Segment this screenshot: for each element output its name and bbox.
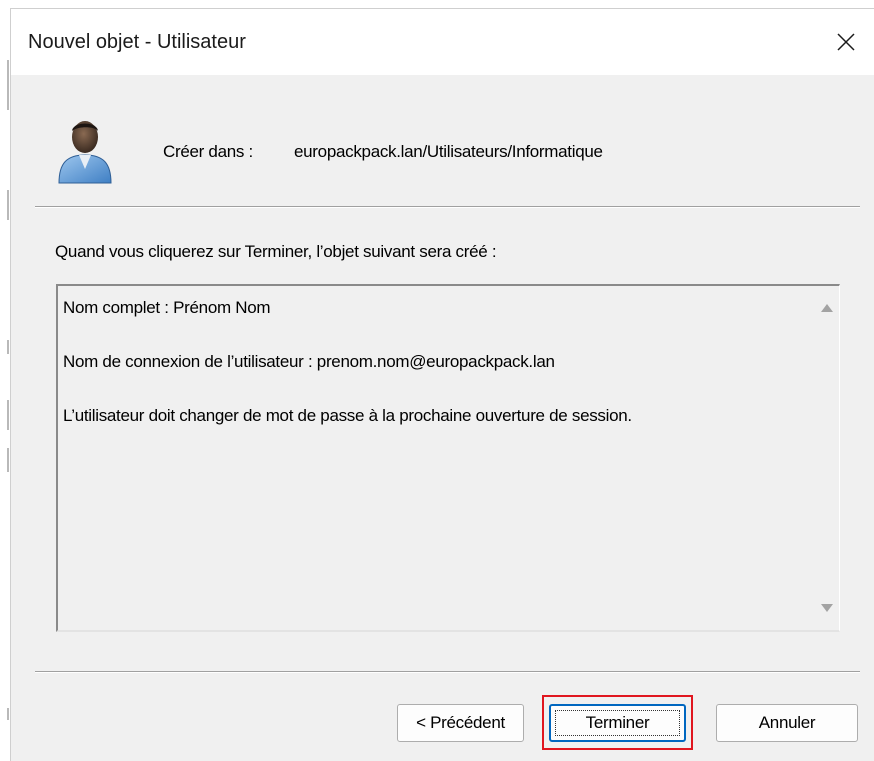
edge-mark xyxy=(7,340,9,354)
vertical-scrollbar[interactable] xyxy=(815,286,839,630)
highlight-box xyxy=(542,695,693,750)
dialog-title: Nouvel objet - Utilisateur xyxy=(28,31,246,53)
intro-text: Quand vous cliquerez sur Terminer, l’obj… xyxy=(55,242,497,261)
edge-mark xyxy=(7,400,9,430)
container-path: europackpack.lan/Utilisateurs/Informatiq… xyxy=(294,142,603,161)
user-icon xyxy=(58,121,112,184)
edge-mark xyxy=(7,60,9,110)
scroll-down-arrow-icon[interactable] xyxy=(821,604,833,612)
divider xyxy=(35,671,860,673)
summary-line-password-change: L’utilisateur doit changer de mot de pas… xyxy=(63,406,632,425)
new-user-dialog: Nouvel objet - Utilisateur Créer dans : … xyxy=(10,8,874,761)
divider xyxy=(35,206,860,208)
summary-line-logon-name: Nom de connexion de l’utilisateur : pren… xyxy=(63,352,555,371)
edge-mark xyxy=(7,448,9,472)
cancel-button[interactable]: Annuler xyxy=(716,704,858,742)
summary-line-full-name: Nom complet : Prénom Nom xyxy=(63,298,271,317)
title-bar[interactable]: Nouvel objet - Utilisateur xyxy=(11,9,874,75)
scroll-up-arrow-icon[interactable] xyxy=(821,304,833,312)
summary-textbox[interactable]: Nom complet : Prénom Nom Nom de connexio… xyxy=(56,284,840,632)
edge-mark xyxy=(7,708,9,720)
previous-button[interactable]: < Précédent xyxy=(397,704,524,742)
close-icon xyxy=(837,33,855,51)
background-window-edge xyxy=(0,0,10,761)
edge-mark xyxy=(7,190,9,220)
close-button[interactable] xyxy=(818,9,874,75)
create-in-label: Créer dans : xyxy=(163,142,253,161)
